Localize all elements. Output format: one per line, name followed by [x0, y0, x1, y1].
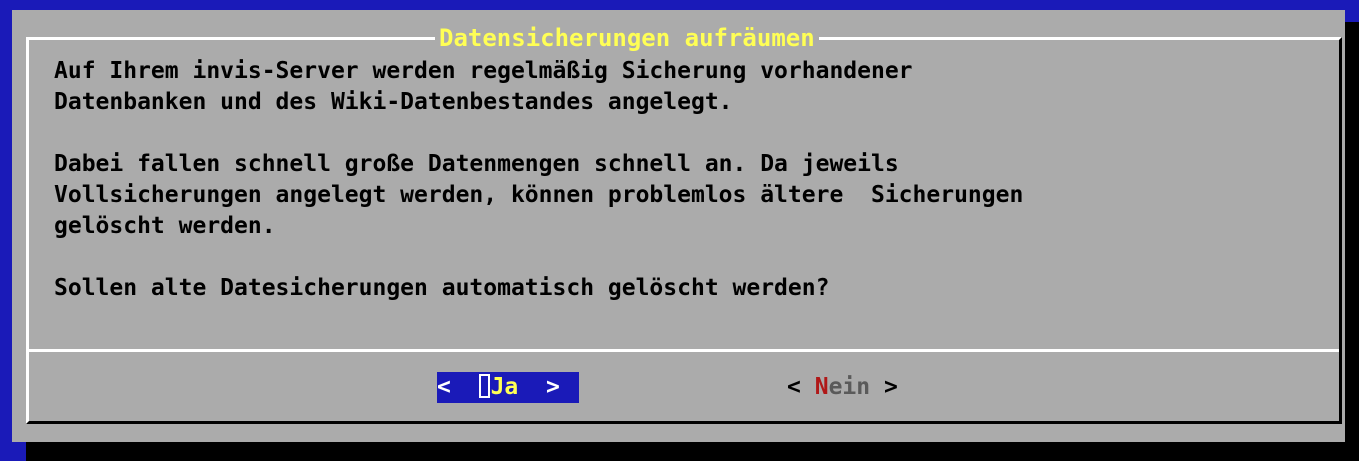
dialog-title: Datensicherungen aufräumen: [435, 24, 819, 52]
button-area-separator: [29, 349, 1339, 352]
yes-button-right-bracket: >: [545, 374, 560, 400]
no-button-right-bracket: >: [883, 374, 898, 400]
text-cursor-icon: [478, 374, 490, 398]
dialog-message: Auf Ihrem invis-Server werden regelmäßig…: [54, 58, 1024, 301]
yes-button[interactable]: < Ja >: [437, 372, 579, 403]
dialog-shadow-bottom: [26, 442, 1359, 461]
no-button-label: ein: [828, 374, 871, 400]
no-button-hotkey: N: [814, 374, 829, 400]
yes-button-hotkey: J: [490, 374, 505, 400]
yes-button-label: a: [504, 374, 519, 400]
no-button-left-bracket: <: [787, 374, 801, 400]
no-button[interactable]: < Nein >: [787, 372, 898, 403]
dialog-shadow-right: [1345, 22, 1359, 461]
yes-button-left-bracket: <: [437, 374, 451, 400]
yesno-dialog: Datensicherungen aufräumen Auf Ihrem inv…: [12, 10, 1345, 442]
